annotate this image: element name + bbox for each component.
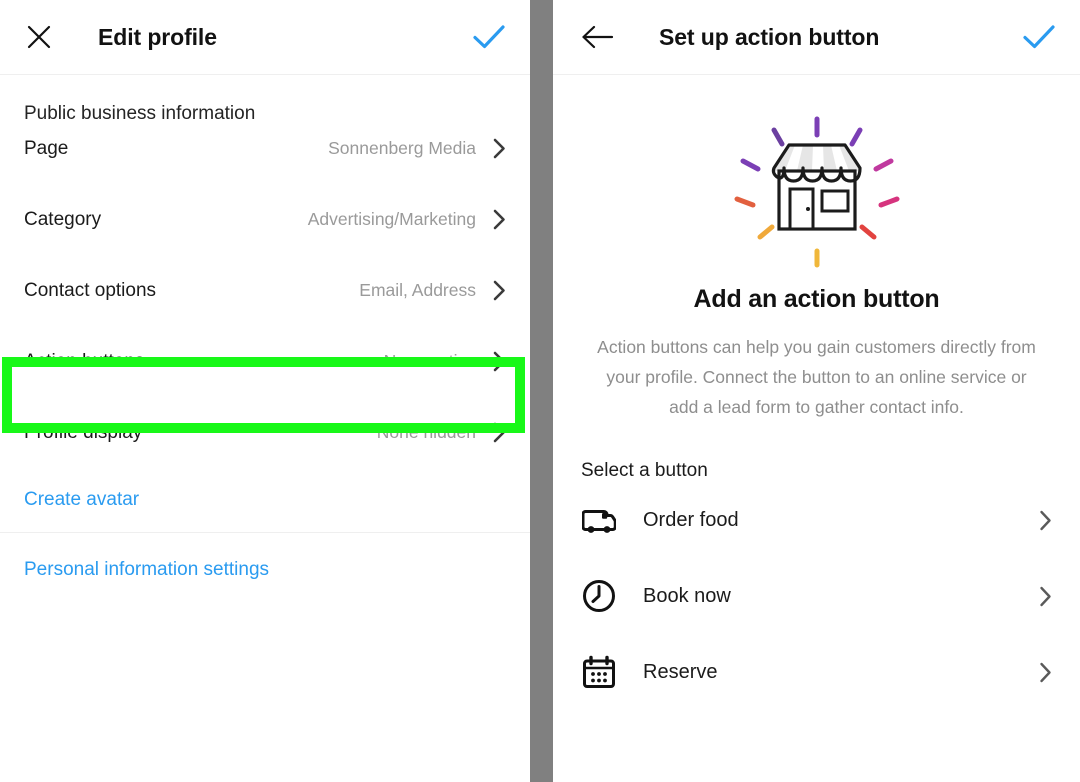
row-label: Contact options [24, 279, 157, 301]
calendar-icon [581, 654, 617, 690]
row-label: Page [24, 137, 69, 159]
page-title: Edit profile [98, 23, 217, 50]
link-label: Create avatar [24, 489, 140, 510]
action-button-appbar: Set up action button [553, 0, 1080, 75]
row-action-buttons[interactable]: Action buttons None active [0, 326, 530, 397]
hero-section: Add an action button Action buttons can … [553, 75, 1080, 422]
section-label-public-business-information: Public business information [24, 103, 256, 124]
arrow-left-icon[interactable] [581, 20, 615, 54]
edit-profile-appbar: Edit profile [0, 0, 530, 75]
chevron-right-icon [1038, 585, 1052, 607]
row-value: None active [383, 351, 476, 371]
link-create-avatar[interactable]: Create avatar [0, 468, 530, 532]
edit-profile-panel: Edit profile Public business information… [0, 0, 530, 782]
dual-phone-screenshot: Edit profile Public business information… [0, 0, 1080, 782]
chevron-right-icon [492, 280, 506, 302]
option-label: Order food [643, 508, 739, 531]
row-category[interactable]: Category Advertising/Marketing [0, 184, 530, 255]
chevron-right-icon [492, 351, 506, 373]
row-profile-display[interactable]: Profile display None hidden [0, 397, 530, 468]
row-label: Category [24, 208, 102, 230]
panel-divider [530, 0, 553, 782]
row-value: Sonnenberg Media [328, 138, 476, 158]
close-x-icon[interactable] [22, 20, 56, 54]
option-order-food[interactable]: Order food [553, 482, 1080, 558]
row-value: Advertising/Marketing [307, 209, 476, 229]
option-book-now[interactable]: Book now [553, 558, 1080, 634]
link-personal-information-settings[interactable]: Personal information settings [0, 533, 530, 607]
check-icon[interactable] [472, 23, 506, 51]
chevron-right-icon [1038, 509, 1052, 531]
row-label: Profile display [24, 421, 143, 443]
link-label: Personal information settings [24, 559, 270, 580]
delivery-truck-icon [581, 502, 617, 538]
row-contact-options[interactable]: Contact options Email, Address [0, 255, 530, 326]
chevron-right-icon [1038, 661, 1052, 683]
select-a-button-label: Select a button [581, 460, 708, 481]
option-label: Book now [643, 584, 731, 607]
option-label: Reserve [643, 660, 718, 683]
chevron-right-icon [492, 138, 506, 160]
check-icon[interactable] [1022, 23, 1056, 51]
storefront-shop-icon [727, 113, 907, 273]
hero-title: Add an action button [693, 285, 940, 313]
chevron-right-icon [492, 209, 506, 231]
page-title: Set up action button [659, 23, 880, 50]
chevron-right-icon [492, 422, 506, 444]
clock-icon [581, 578, 617, 614]
set-up-action-button-panel: Set up action button Add an action butto… [553, 0, 1080, 782]
row-value: None hidden [376, 422, 476, 442]
hero-description: Action buttons can help you gain custome… [597, 337, 1036, 417]
row-label: Action buttons [24, 350, 145, 372]
row-value: Email, Address [359, 280, 476, 300]
option-reserve[interactable]: Reserve [553, 634, 1080, 710]
